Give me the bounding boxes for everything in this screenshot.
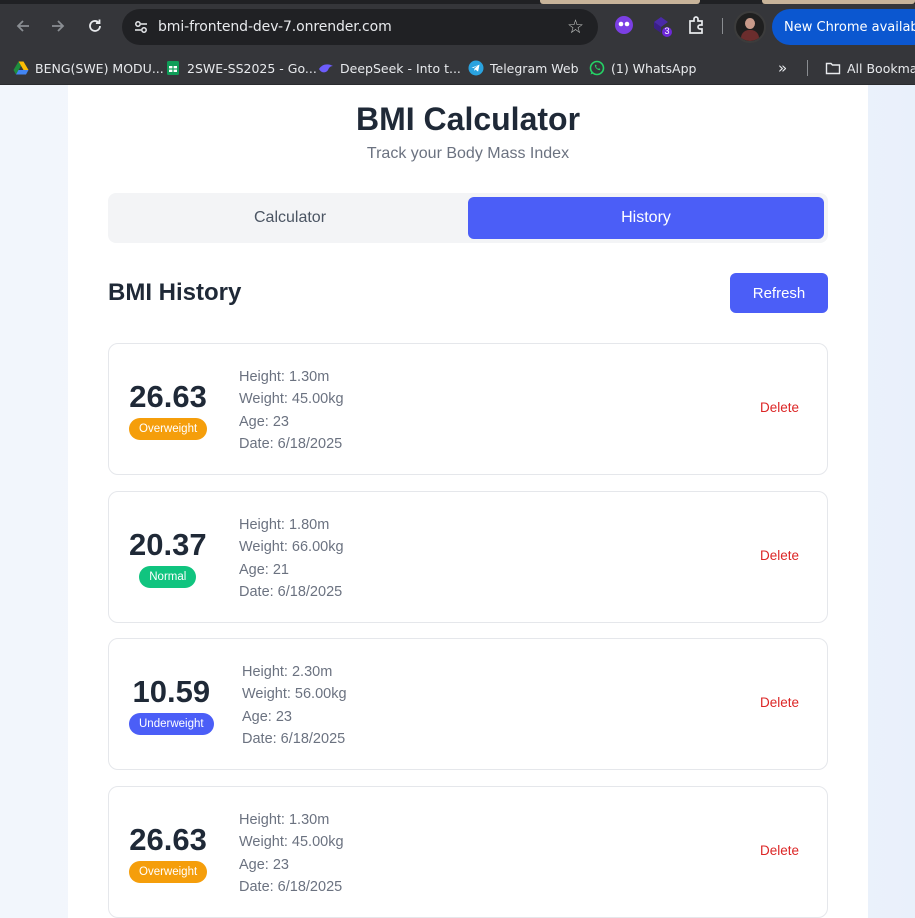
update-label: New Chrome available — [784, 20, 915, 35]
delete-button[interactable]: Delete — [760, 548, 799, 563]
forward-arrow-icon[interactable] — [45, 13, 71, 39]
page-title: BMI Calculator — [355, 101, 581, 137]
height-text: Height: 2.30m — [242, 664, 333, 680]
google-drive-icon — [13, 60, 29, 76]
history-entry: 26.63 Overweight Height: 1.30m Weight: 45.0… — [108, 786, 828, 918]
bookmark-label: 2SWE-SS2025 - Go... — [187, 60, 317, 76]
date-text: Date: 6/18/2025 — [242, 731, 346, 748]
page-subtitle: Track your Body Mass Index — [366, 145, 570, 162]
date-text: Date: 6/18/2025 — [239, 584, 343, 601]
date-text: Date: 6/18/2025 — [239, 879, 343, 896]
chrome-update-button[interactable]: New Chrome available — [772, 9, 915, 45]
profile-avatar[interactable] — [734, 11, 766, 43]
toolbar-divider — [722, 18, 723, 34]
history-heading: BMI History — [108, 279, 242, 306]
tab-calculator[interactable]: Calculator — [112, 197, 468, 239]
entry-details: Height: 1.30m Weight: 45.00kg Age: 23 Date:… — [239, 809, 344, 899]
height-text: Height: 1.30m — [239, 812, 330, 828]
extension-badge-count: 3 — [664, 26, 670, 36]
bookmarks-bar: BENG(SWE) MODU... 2SWE-SS2025 - Go... De… — [0, 50, 915, 85]
back-arrow-icon[interactable] — [10, 13, 36, 39]
reload-icon[interactable] — [82, 13, 108, 39]
bmi-value: 26.63 — [129, 379, 207, 414]
bookmark-label: (1) WhatsApp — [611, 60, 697, 76]
category-badge: Underweight — [129, 713, 214, 735]
delete-button[interactable]: Delete — [760, 695, 799, 710]
folder-icon — [825, 60, 841, 76]
entry-details: Height: 1.30m Weight: 45.00kg Age: 23 Date:… — [239, 366, 344, 456]
age-text: Age: 23 — [239, 856, 289, 873]
all-bookmarks-label: All Bookmarks — [847, 60, 915, 76]
bookmark-item[interactable]: (1) WhatsApp — [589, 56, 696, 80]
bmi-result: 10.59 Underweight — [129, 675, 214, 735]
weight-text: Weight: 45.00kg — [239, 834, 344, 851]
delete-button[interactable]: Delete — [760, 843, 799, 858]
site-info-icon[interactable] — [132, 18, 150, 36]
puzzle-badge-extension-icon[interactable]: 3 — [650, 14, 672, 37]
bmi-result: 26.63 Overweight — [129, 379, 208, 440]
category-badge: Overweight — [129, 861, 208, 883]
bmi-result: 20.37 Normal — [129, 528, 207, 588]
weight-text: Weight: 56.00kg — [242, 686, 347, 703]
delete-button[interactable]: Delete — [760, 400, 799, 415]
bmi-value: 10.59 — [132, 674, 211, 709]
bookmark-item[interactable]: DeepSeek - Into t... — [318, 56, 461, 80]
bookmark-item[interactable]: BENG(SWE) MODU... — [13, 56, 164, 80]
bmi-app-card: BMI Calculator Track your Body Mass Inde… — [68, 85, 868, 918]
age-text: Age: 23 — [242, 708, 292, 725]
history-entry: 26.63 Overweight Height: 1.30m Weight: 45.0… — [108, 343, 828, 475]
bmi-result: 26.63 Overweight — [129, 822, 208, 883]
bookmark-label: BENG(SWE) MODU... — [35, 60, 164, 76]
bookmark-item[interactable]: Telegram Web — [468, 56, 579, 80]
weight-text: Weight: 45.00kg — [239, 391, 344, 408]
bookmark-star-icon[interactable]: ☆ — [567, 16, 584, 39]
bookmark-label: DeepSeek - Into t... — [340, 60, 461, 76]
bookmark-item[interactable]: 2SWE-SS2025 - Go... — [165, 56, 317, 80]
deepseek-icon — [318, 60, 334, 76]
bookmarks-overflow-chevron-icon[interactable]: » — [778, 56, 787, 80]
refresh-button[interactable]: Refresh — [730, 273, 828, 313]
ghost-extension-icon[interactable] — [613, 14, 635, 36]
all-bookmarks-folder[interactable]: All Bookmarks — [825, 56, 915, 80]
history-entry: 20.37 Normal Height: 1.80m Weight: 66.00kg A… — [108, 491, 828, 623]
age-text: Age: 23 — [239, 413, 289, 430]
category-badge: Overweight — [129, 418, 208, 440]
telegram-icon — [468, 60, 484, 76]
bookmark-label: Telegram Web — [490, 60, 579, 76]
browser-toolbar: bmi-frontend-dev-7.onrender.com ☆ 3 New … — [0, 0, 915, 50]
url-text: bmi-frontend-dev-7.onrender.com — [158, 19, 392, 35]
page-background: BMI Calculator Track your Body Mass Inde… — [0, 85, 915, 918]
bmi-value: 20.37 — [129, 527, 207, 562]
height-text: Height: 1.80m — [239, 517, 330, 533]
sheets-icon — [165, 60, 181, 76]
weight-text: Weight: 66.00kg — [239, 539, 344, 556]
entry-details: Height: 1.80m Weight: 66.00kg Age: 21 Date:… — [239, 514, 344, 604]
tab-history[interactable]: History — [468, 197, 824, 239]
category-badge: Normal — [139, 566, 197, 588]
height-text: Height: 1.30m — [239, 369, 330, 385]
age-text: Age: 21 — [239, 561, 289, 578]
bookmarks-divider — [807, 60, 808, 76]
bmi-value: 26.63 — [129, 822, 207, 857]
entry-details: Height: 2.30m Weight: 56.00kg Age: 23 Date:… — [242, 661, 347, 751]
extensions-puzzle-icon[interactable] — [686, 14, 708, 36]
whatsapp-icon — [589, 60, 605, 76]
history-entry: 10.59 Underweight Height: 2.30m Weight: 56.… — [108, 638, 828, 770]
tab-strip — [0, 0, 915, 4]
view-tabs: Calculator History — [108, 193, 828, 243]
date-text: Date: 6/18/2025 — [239, 436, 343, 453]
address-bar[interactable]: bmi-frontend-dev-7.onrender.com ☆ — [122, 9, 598, 45]
